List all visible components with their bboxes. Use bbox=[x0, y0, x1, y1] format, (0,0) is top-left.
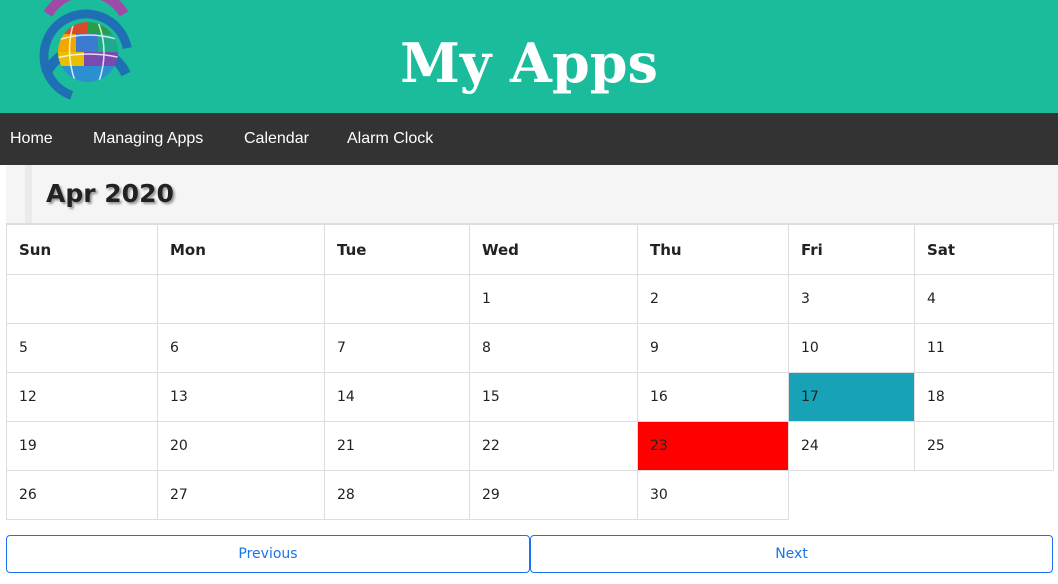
calendar-week-row: 12 13 14 15 16 17 18 bbox=[6, 372, 1054, 422]
weekday-header: Wed bbox=[469, 224, 638, 275]
calendar-day-cell[interactable]: 18 bbox=[914, 372, 1054, 422]
site-title: My Apps bbox=[400, 31, 658, 95]
calendar-day-cell[interactable]: 16 bbox=[637, 372, 789, 422]
calendar-day-cell[interactable]: 22 bbox=[469, 421, 638, 471]
calendar-day-cell[interactable]: 2 bbox=[637, 274, 789, 324]
calendar-week-row: 1 2 3 4 bbox=[6, 274, 1054, 324]
month-header: Apr 2020 bbox=[6, 165, 1058, 224]
calendar-day-cell[interactable]: 25 bbox=[914, 421, 1054, 471]
calendar-day-cell[interactable]: 6 bbox=[157, 323, 325, 373]
calendar-week-row: 5 6 7 8 9 10 11 bbox=[6, 323, 1054, 373]
calendar-day-cell bbox=[324, 274, 470, 324]
weekday-header: Tue bbox=[324, 224, 470, 275]
calendar-day-cell[interactable]: 3 bbox=[788, 274, 915, 324]
calendar-day-cell[interactable]: 12 bbox=[6, 372, 158, 422]
calendar-grid: Sun Mon Tue Wed Thu Fri Sat 1 2 3 4 5 6 … bbox=[6, 224, 1054, 520]
calendar-day-cell[interactable]: 7 bbox=[324, 323, 470, 373]
nav-item-home[interactable]: Home bbox=[10, 113, 53, 165]
calendar-day-cell[interactable]: 4 bbox=[914, 274, 1054, 324]
weekday-header: Thu bbox=[637, 224, 789, 275]
calendar-day-highlighted[interactable]: 23 bbox=[637, 421, 789, 471]
calendar-week-row: 19 20 21 22 23 24 25 bbox=[6, 421, 1054, 471]
calendar-day-cell[interactable]: 24 bbox=[788, 421, 915, 471]
calendar-day-cell[interactable]: 21 bbox=[324, 421, 470, 471]
calendar-day-cell[interactable]: 5 bbox=[6, 323, 158, 373]
weekday-header-row: Sun Mon Tue Wed Thu Fri Sat bbox=[6, 224, 1054, 275]
main-nav: Home Managing Apps Calendar Alarm Clock bbox=[0, 113, 1058, 165]
previous-month-button[interactable]: Previous bbox=[6, 535, 530, 573]
calendar-day-cell[interactable]: 1 bbox=[469, 274, 638, 324]
month-header-accent bbox=[25, 165, 32, 223]
calendar-day-cell[interactable]: 19 bbox=[6, 421, 158, 471]
weekday-header: Sun bbox=[6, 224, 158, 275]
calendar-day-cell[interactable]: 14 bbox=[324, 372, 470, 422]
calendar-day-cell[interactable]: 26 bbox=[6, 470, 158, 520]
calendar-day-cell[interactable]: 9 bbox=[637, 323, 789, 373]
calendar-day-cell[interactable]: 8 bbox=[469, 323, 638, 373]
calendar-day-cell[interactable]: 13 bbox=[157, 372, 325, 422]
calendar-day-cell[interactable]: 10 bbox=[788, 323, 915, 373]
calendar-day-today[interactable]: 17 bbox=[788, 372, 915, 422]
calendar-week-row: 26 27 28 29 30 bbox=[6, 470, 1054, 520]
site-header: My Apps bbox=[0, 0, 1058, 113]
calendar-day-cell[interactable]: 30 bbox=[637, 470, 789, 520]
calendar-day-cell[interactable]: 29 bbox=[469, 470, 638, 520]
calendar-empty-cell bbox=[915, 471, 1054, 520]
nav-item-managing-apps[interactable]: Managing Apps bbox=[93, 113, 203, 165]
calendar-day-cell[interactable]: 28 bbox=[324, 470, 470, 520]
calendar-day-cell bbox=[157, 274, 325, 324]
nav-item-alarm-clock[interactable]: Alarm Clock bbox=[347, 113, 433, 165]
calendar-day-cell[interactable]: 11 bbox=[914, 323, 1054, 373]
calendar-empty-cell bbox=[789, 471, 915, 520]
nav-item-calendar[interactable]: Calendar bbox=[244, 113, 309, 165]
weekday-header: Mon bbox=[157, 224, 325, 275]
next-month-button[interactable]: Next bbox=[530, 535, 1053, 573]
weekday-header: Sat bbox=[914, 224, 1054, 275]
calendar-day-cell[interactable]: 20 bbox=[157, 421, 325, 471]
calendar-day-cell[interactable]: 15 bbox=[469, 372, 638, 422]
calendar-day-cell bbox=[6, 274, 158, 324]
calendar-day-cell[interactable]: 27 bbox=[157, 470, 325, 520]
month-title: Apr 2020 bbox=[46, 179, 174, 208]
weekday-header: Fri bbox=[788, 224, 915, 275]
